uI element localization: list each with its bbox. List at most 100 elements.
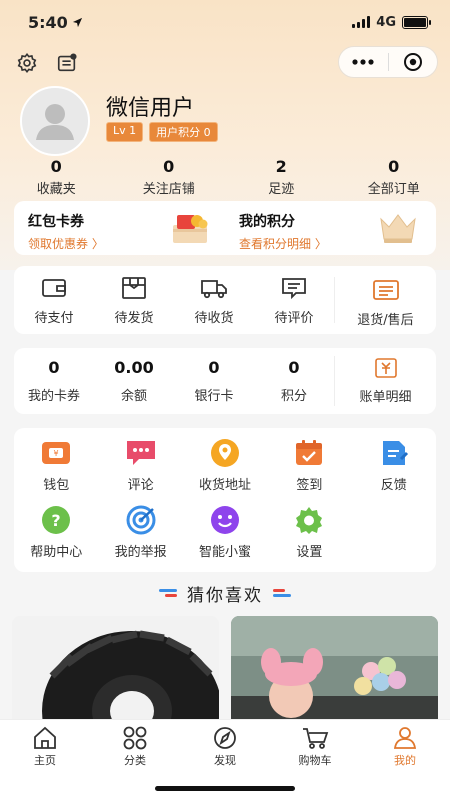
comment-icon bbox=[282, 277, 306, 299]
bill-details[interactable]: 账单明细 bbox=[334, 356, 436, 406]
return-list-icon bbox=[372, 280, 399, 300]
tab-label: 主页 bbox=[34, 754, 56, 767]
service-comments[interactable]: 评论 bbox=[98, 438, 182, 493]
wallet-value: 0 bbox=[288, 358, 300, 377]
services-grid: ¥ 钱包 评论 收货地址 签到 反馈 ? 帮助中心 我的举报 智能小蜜 设置 bbox=[14, 438, 436, 560]
orders-card: 待支付 待发货 待收货 待评价 退货/售后 bbox=[14, 266, 436, 334]
close-mini-program-button[interactable] bbox=[389, 47, 438, 77]
guess-you-like-title: 猜你喜欢 bbox=[187, 585, 263, 606]
feedback-icon bbox=[382, 441, 408, 465]
user-name[interactable]: 微信用户 bbox=[106, 90, 194, 122]
service-label: 反馈 bbox=[380, 478, 407, 493]
settings-icon[interactable] bbox=[14, 50, 40, 76]
battery-icon bbox=[402, 15, 431, 29]
service-label: 签到 bbox=[296, 478, 323, 493]
default-avatar-icon bbox=[36, 104, 74, 140]
target-close-icon bbox=[403, 53, 422, 71]
calendar-check-icon bbox=[296, 440, 323, 465]
service-smart-assistant[interactable]: 智能小蜜 bbox=[183, 505, 267, 560]
wallet-my-coupons[interactable]: 0 我的卡券 bbox=[14, 358, 94, 404]
message-list-icon[interactable] bbox=[54, 50, 80, 76]
svg-text:?: ? bbox=[52, 511, 61, 530]
cart-icon bbox=[303, 728, 329, 749]
stat-label: 关注店铺 bbox=[142, 182, 195, 197]
avatar[interactable] bbox=[20, 86, 90, 156]
service-my-reports[interactable]: 我的举报 bbox=[98, 505, 182, 560]
order-pending-shipment[interactable]: 待发货 bbox=[94, 275, 174, 326]
wallet-label: 积分 bbox=[280, 389, 307, 404]
location-arrow-icon bbox=[72, 17, 82, 27]
service-checkin[interactable]: 签到 bbox=[267, 438, 351, 493]
service-help-center[interactable]: ? 帮助中心 bbox=[14, 505, 98, 560]
order-pending-review[interactable]: 待评价 bbox=[254, 275, 334, 326]
user-badges: Lv 1 用户积分 0 bbox=[106, 122, 218, 142]
product-card-tire[interactable] bbox=[12, 616, 219, 726]
stat-value: 2 bbox=[275, 157, 287, 176]
home-icon bbox=[34, 726, 56, 749]
order-pending-payment[interactable]: 待支付 bbox=[14, 275, 94, 326]
wallet-balance[interactable]: 0.00 余额 bbox=[94, 358, 174, 404]
service-wallet[interactable]: ¥ 钱包 bbox=[14, 438, 98, 493]
stat-followed-stores[interactable]: 0 关注店铺 bbox=[113, 158, 226, 198]
stat-value: 0 bbox=[388, 157, 400, 176]
wallet-bank-card[interactable]: 0 银行卡 bbox=[174, 358, 254, 404]
level-badge: Lv 1 bbox=[106, 122, 144, 142]
toolbar bbox=[0, 46, 450, 80]
more-menu-button[interactable] bbox=[339, 47, 388, 77]
stat-all-orders[interactable]: 0 全部订单 bbox=[338, 158, 450, 198]
compass-icon bbox=[214, 727, 236, 749]
stat-favorites[interactable]: 0 收藏夹 bbox=[0, 158, 113, 198]
coupon-promo[interactable]: 红包卡券 领取优惠券 〉 bbox=[14, 201, 225, 255]
wallet-value: 0.00 bbox=[114, 358, 154, 377]
bill-icon bbox=[374, 358, 397, 378]
network-label: 4G bbox=[376, 14, 396, 30]
user-stats: 0 收藏夹 0 关注店铺 2 足迹 0 全部订单 bbox=[0, 158, 450, 198]
order-pending-receipt[interactable]: 待收货 bbox=[174, 275, 254, 326]
home-indicator bbox=[155, 786, 295, 791]
signal-icon bbox=[352, 16, 371, 28]
stat-value: 0 bbox=[163, 157, 175, 176]
wallet-value: 0 bbox=[48, 358, 60, 377]
tire-product-image bbox=[12, 616, 219, 726]
points-promo[interactable]: 我的积分 查看积分明细 〉 bbox=[225, 201, 436, 255]
title-decoration-right bbox=[273, 589, 291, 597]
services-card: ¥ 钱包 评论 收货地址 签到 反馈 ? 帮助中心 我的举报 智能小蜜 设置 bbox=[14, 428, 436, 572]
settings-gear-icon bbox=[296, 507, 323, 534]
profile-icon bbox=[393, 727, 417, 749]
wallet-card: 0 我的卡券 0.00 余额 0 银行卡 0 积分 账单明细 bbox=[14, 348, 436, 414]
status-bar: 5:40 4G bbox=[0, 0, 450, 44]
stat-label: 收藏夹 bbox=[36, 182, 76, 197]
order-label: 待收货 bbox=[194, 310, 234, 326]
tab-mine[interactable]: 我的 bbox=[360, 720, 450, 800]
service-settings[interactable]: 设置 bbox=[267, 505, 351, 560]
target-icon bbox=[126, 505, 156, 535]
order-label: 待评价 bbox=[274, 310, 314, 326]
service-address[interactable]: 收货地址 bbox=[183, 438, 267, 493]
wallet-points[interactable]: 0 积分 bbox=[254, 358, 334, 404]
mini-program-capsule bbox=[338, 46, 438, 78]
service-feedback[interactable]: 反馈 bbox=[352, 438, 436, 493]
product-card-car-decor[interactable] bbox=[231, 616, 438, 726]
tab-label: 分类 bbox=[124, 754, 146, 767]
order-return-aftersales[interactable]: 退货/售后 bbox=[334, 277, 436, 328]
service-label: 智能小蜜 bbox=[198, 545, 251, 560]
tab-label: 我的 bbox=[394, 754, 416, 767]
points-badge: 用户积分 0 bbox=[149, 122, 218, 142]
category-icon bbox=[123, 726, 147, 750]
stat-value: 0 bbox=[50, 157, 62, 176]
car-decor-product-image bbox=[231, 616, 438, 726]
service-label: 我的举报 bbox=[114, 545, 167, 560]
bill-label: 账单明细 bbox=[359, 390, 412, 405]
location-icon bbox=[210, 439, 239, 467]
stat-footprints[interactable]: 2 足迹 bbox=[225, 158, 338, 198]
title-decoration-left bbox=[159, 589, 177, 597]
promo-card: 红包卡券 领取优惠券 〉 我的积分 查看积分明细 〉 bbox=[14, 201, 436, 255]
wallet-label: 余额 bbox=[120, 389, 147, 404]
service-label: 钱包 bbox=[43, 478, 70, 493]
tab-home[interactable]: 主页 bbox=[0, 720, 90, 800]
order-label: 待发货 bbox=[114, 310, 154, 326]
tab-label: 购物车 bbox=[298, 754, 332, 767]
more-dots-icon bbox=[352, 59, 374, 65]
order-return-label: 退货/售后 bbox=[357, 313, 414, 328]
wallet-card-icon: ¥ bbox=[42, 442, 71, 464]
